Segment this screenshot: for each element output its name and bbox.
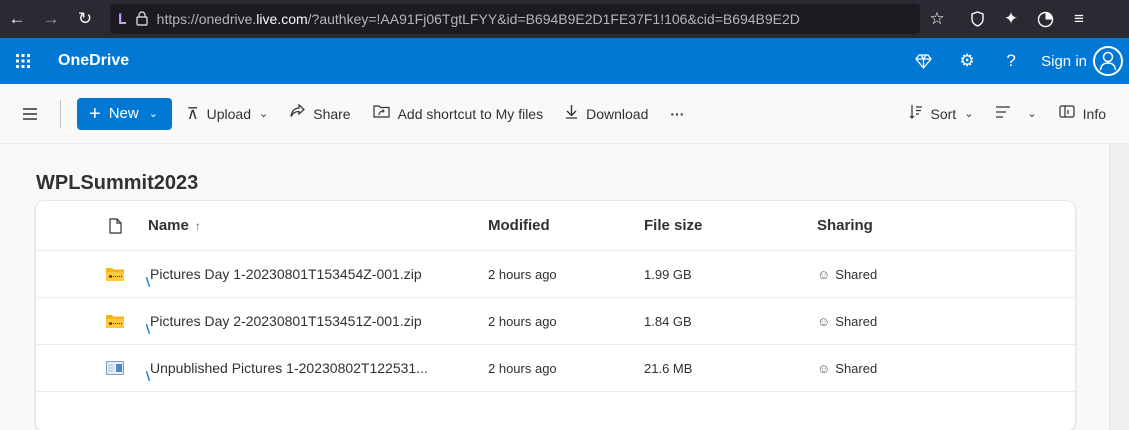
extension-icon[interactable]: 𝐋 xyxy=(118,11,127,28)
column-header-file-size[interactable]: File size xyxy=(644,201,702,250)
help-icon[interactable]: ? xyxy=(989,38,1033,84)
table-row[interactable]: ∖ Pictures Day 1-20230801T153454Z-001.zi… xyxy=(36,251,1075,298)
download-button[interactable]: Download xyxy=(558,98,655,130)
table-row[interactable]: ∖ Unpublished Pictures 1-20230802T122531… xyxy=(36,345,1075,392)
star-icon[interactable]: ☆ xyxy=(920,0,954,38)
sharing-label: Shared xyxy=(835,266,878,282)
address-bar[interactable]: 𝐋 https://onedrive. live.com/?authkey=!AA… xyxy=(110,4,920,34)
modified-value: 2 hours ago xyxy=(488,360,557,376)
upload-label: Upload xyxy=(206,105,252,122)
sharing-label: Shared xyxy=(835,313,878,329)
list-view-icon xyxy=(995,105,1011,123)
info-pane-icon xyxy=(1059,104,1075,123)
column-header-modified[interactable]: Modified xyxy=(488,201,550,250)
sharing-label: Shared xyxy=(835,360,878,376)
file-type-icon[interactable] xyxy=(102,201,128,250)
info-button[interactable]: Info xyxy=(1052,98,1113,130)
premium-diamond-icon[interactable] xyxy=(901,38,945,84)
url-suffix: /?authkey=!AA91Fj06TgtLFYY&id=B694B9E2D1… xyxy=(307,11,800,27)
sharing-status: ☺ Shared xyxy=(817,298,877,344)
share-icon xyxy=(290,103,306,123)
share-label: Share xyxy=(313,105,351,122)
people-icon: ☺ xyxy=(817,360,831,376)
app-header: OneDrive ⚙ ? Sign in xyxy=(0,38,1129,84)
sort-label: Sort xyxy=(930,105,957,122)
download-label: Download xyxy=(586,105,649,122)
chevron-down-icon: ⌄ xyxy=(964,108,974,120)
page-title: WPLSummit2023 xyxy=(36,172,199,194)
new-item-indicator-icon: ∖ xyxy=(144,277,152,289)
browser-toolbar: ← → ↻ 𝐋 https://onedrive. live.com/?authk… xyxy=(0,0,1129,38)
sign-in-link[interactable]: Sign in xyxy=(1041,53,1087,70)
sharing-status: ☺ Shared xyxy=(817,251,877,297)
column-header-sharing[interactable]: Sharing xyxy=(817,201,873,250)
people-icon: ☺ xyxy=(817,266,831,282)
file-list: Name ↑ Modified File size Sharing ∖ Pict… xyxy=(36,201,1075,430)
nav-toggle-hamburger-icon[interactable] xyxy=(14,98,46,130)
vertical-scrollbar[interactable] xyxy=(1109,144,1129,430)
gallery-folder-icon xyxy=(102,345,128,391)
file-size-value: 21.6 MB xyxy=(644,360,693,376)
file-size-value: 1.84 GB xyxy=(644,313,692,329)
app-launcher-icon[interactable] xyxy=(0,38,46,84)
modified-value: 2 hours ago xyxy=(488,313,557,329)
url-prefix: https://onedrive. xyxy=(156,11,257,27)
sort-ascending-icon: ↑ xyxy=(194,218,201,233)
column-header-name[interactable]: Name ↑ xyxy=(148,201,201,250)
lock-icon[interactable] xyxy=(135,10,149,29)
chevron-down-icon: ⌄ xyxy=(148,108,158,120)
modified-value: 2 hours ago xyxy=(488,266,557,282)
chevron-down-icon: ⌄ xyxy=(1027,108,1037,120)
reload-icon[interactable]: ↻ xyxy=(68,0,102,38)
add-shortcut-button[interactable]: Add shortcut to My files xyxy=(366,98,551,130)
chevron-down-icon: ⌄ xyxy=(259,108,269,120)
timer-icon[interactable] xyxy=(1028,0,1062,38)
info-label: Info xyxy=(1082,105,1106,122)
back-icon[interactable]: ← xyxy=(0,0,34,38)
people-icon: ☺ xyxy=(817,313,831,329)
file-name-link[interactable]: Pictures Day 2-20230801T153451Z-001.zip xyxy=(150,313,422,329)
more-options-button[interactable]: ··· xyxy=(663,98,691,130)
upload-icon: ⊼ xyxy=(186,105,199,123)
add-shortcut-label: Add shortcut to My files xyxy=(397,105,544,122)
new-button[interactable]: + New ⌄ xyxy=(77,97,172,130)
new-button-label: New xyxy=(108,105,139,122)
upload-button[interactable]: ⊼ Upload ⌄ xyxy=(180,98,275,130)
avatar-icon[interactable] xyxy=(1093,46,1123,76)
plus-icon: + xyxy=(89,102,101,125)
download-icon xyxy=(565,104,578,124)
divider xyxy=(60,99,61,128)
tools-icon[interactable]: ✦ xyxy=(994,0,1028,38)
shortcut-folder-icon xyxy=(372,104,390,123)
table-row[interactable]: ∖ Pictures Day 2-20230801T153451Z-001.zi… xyxy=(36,298,1075,345)
url-host: live.com xyxy=(256,11,308,27)
file-name-link[interactable]: Unpublished Pictures 1-20230802T122531..… xyxy=(150,360,428,376)
file-size-value: 1.99 GB xyxy=(644,266,692,282)
forward-icon[interactable]: → xyxy=(34,0,68,38)
share-button[interactable]: Share xyxy=(283,98,357,130)
shield-icon[interactable] xyxy=(960,0,994,38)
zip-folder-icon xyxy=(102,251,128,297)
more-icon: ··· xyxy=(670,105,685,122)
main-content: WPLSummit2023 Name ↑ Modified File size … xyxy=(0,144,1129,430)
menu-icon[interactable]: ≡ xyxy=(1062,0,1096,38)
sort-icon xyxy=(909,104,923,124)
settings-gear-icon[interactable]: ⚙ xyxy=(945,38,989,84)
zip-folder-icon xyxy=(102,298,128,344)
new-item-indicator-icon: ∖ xyxy=(144,371,152,383)
new-item-indicator-icon: ∖ xyxy=(144,324,152,336)
command-bar: + New ⌄ ⊼ Upload ⌄ Share Add shortcut to… xyxy=(0,84,1129,144)
column-name-label: Name xyxy=(148,217,189,234)
sort-button[interactable]: Sort ⌄ xyxy=(902,98,981,130)
table-header: Name ↑ Modified File size Sharing xyxy=(36,201,1075,251)
view-options-button[interactable]: ⌄ xyxy=(988,98,1043,130)
sharing-status: ☺ Shared xyxy=(817,345,877,391)
file-name-link[interactable]: Pictures Day 1-20230801T153454Z-001.zip xyxy=(150,266,422,282)
app-name[interactable]: OneDrive xyxy=(58,52,129,70)
